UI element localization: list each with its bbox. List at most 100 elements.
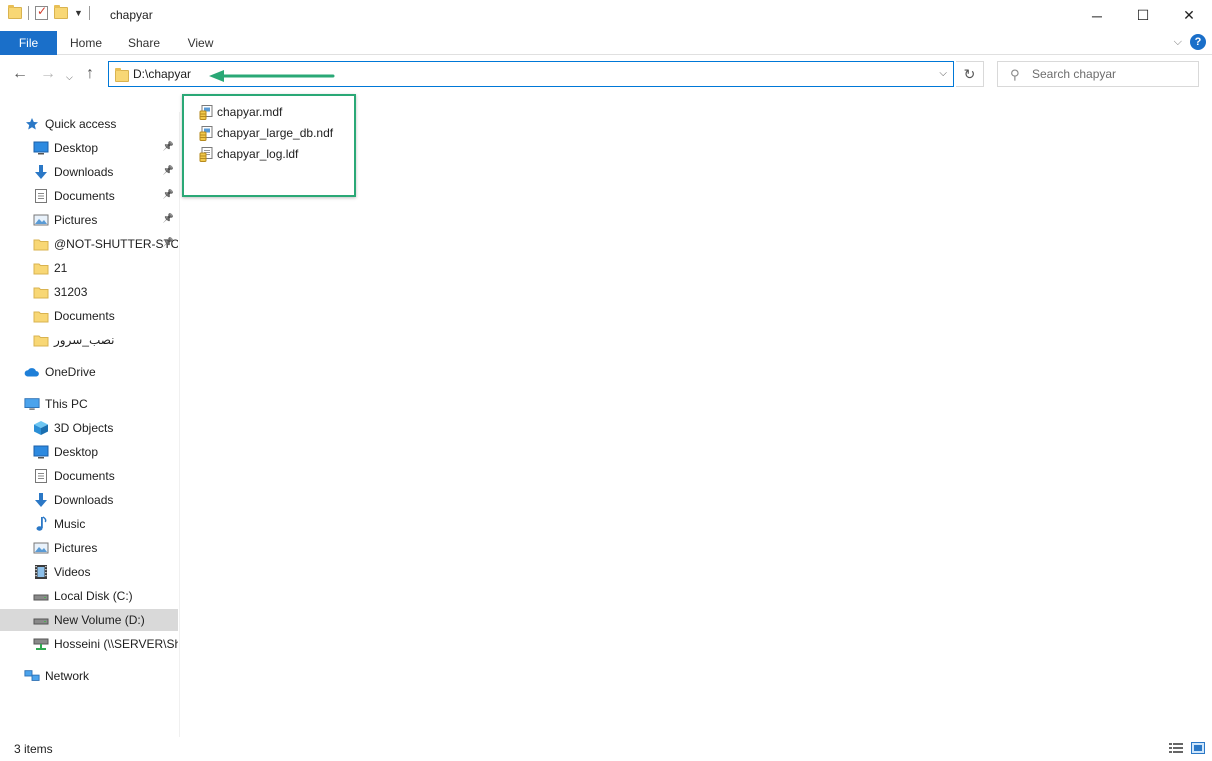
address-path[interactable]: D:\chapyar xyxy=(133,67,191,81)
sidebar-item[interactable]: Pictures xyxy=(0,537,178,559)
documents-icon xyxy=(33,468,49,484)
drive-icon xyxy=(33,612,49,628)
pin-icon[interactable]: 📌 xyxy=(163,213,174,224)
file-name: chapyar_log.ldf xyxy=(217,147,299,161)
sidebar-item-label: 3D Objects xyxy=(54,421,114,435)
cube-icon xyxy=(33,420,49,436)
up-arrow-icon[interactable]: ↑ xyxy=(86,65,94,83)
drive-icon xyxy=(33,588,49,604)
download-icon xyxy=(33,492,49,508)
video-icon xyxy=(33,564,49,580)
sidebar-item[interactable]: Documents xyxy=(0,305,178,327)
download-icon xyxy=(33,164,49,180)
file-item[interactable]: chapyar.mdf xyxy=(199,102,282,122)
folder-icon xyxy=(115,68,129,82)
file-item[interactable]: chapyar_log.ldf xyxy=(199,144,298,164)
sidebar-item-label: Quick access xyxy=(45,117,117,131)
desktop-icon xyxy=(33,140,49,156)
sidebar-item-label: 31203 xyxy=(54,285,88,299)
sidebar-item[interactable]: Documents xyxy=(0,465,178,487)
folder-icon xyxy=(33,332,49,348)
back-arrow-icon[interactable]: ← xyxy=(12,65,28,83)
sidebar-item[interactable]: Downloads 📌 xyxy=(0,161,178,183)
expand-ribbon-chevron-icon[interactable]: ⌵ xyxy=(1174,36,1182,49)
status-bar: 3 items xyxy=(0,738,1212,761)
database-file-icon xyxy=(199,125,213,141)
sidebar-item-label: Downloads xyxy=(54,493,114,507)
sidebar-item[interactable]: 31203 xyxy=(0,281,178,303)
sidebar-item[interactable]: Downloads xyxy=(0,489,178,511)
ribbon-tabs: File Home Share View ⌵ ? xyxy=(0,31,1212,55)
sidebar-item[interactable]: نصب_سرور xyxy=(0,329,178,351)
pin-icon[interactable]: 📌 xyxy=(163,141,174,152)
sidebar-item[interactable]: New Volume (D:) xyxy=(0,609,178,631)
tab-home[interactable]: Home xyxy=(57,31,115,55)
computer-icon xyxy=(24,396,40,412)
sidebar-item[interactable]: Hosseini (\\SERVER\Sha xyxy=(0,633,178,655)
sidebar-item[interactable]: Network xyxy=(0,665,178,687)
documents-icon xyxy=(33,188,49,204)
pin-icon[interactable]: 📌 xyxy=(163,189,174,200)
sidebar-item-label: Videos xyxy=(54,565,91,579)
sidebar-item[interactable]: @NOT-SHUTTER-STO 📌 xyxy=(0,233,178,255)
sidebar-item-label: @NOT-SHUTTER-STO xyxy=(54,237,178,251)
music-icon xyxy=(33,516,49,532)
sidebar-item-label: Documents xyxy=(54,309,115,323)
sidebar-item[interactable]: 21 xyxy=(0,257,178,279)
sidebar-item-label: Pictures xyxy=(54,541,98,555)
minimize-button[interactable]: ─ xyxy=(1074,0,1120,31)
sidebar-item[interactable]: This PC xyxy=(0,393,178,415)
cloud-icon xyxy=(24,364,40,380)
network-drive-icon xyxy=(33,636,49,652)
sidebar-item[interactable]: Desktop 📌 xyxy=(0,137,178,159)
sidebar-item[interactable]: 3D Objects xyxy=(0,417,178,439)
search-input[interactable] xyxy=(1032,66,1192,82)
sidebar-item-label: New Volume (D:) xyxy=(54,613,145,627)
new-folder-icon[interactable] xyxy=(54,5,68,19)
details-view-icon[interactable] xyxy=(1168,741,1184,755)
forward-arrow-icon[interactable]: → xyxy=(40,65,56,83)
sidebar-item[interactable]: Pictures 📌 xyxy=(0,209,178,231)
sidebar-item[interactable]: Local Disk (C:) xyxy=(0,585,178,607)
close-button[interactable]: ✕ xyxy=(1166,0,1212,31)
quick-access-toolbar: ▼ xyxy=(8,4,90,20)
toolbar-separator xyxy=(28,6,29,20)
file-item[interactable]: chapyar_large_db.ndf xyxy=(199,123,333,143)
large-icons-view-icon[interactable] xyxy=(1190,741,1206,755)
sidebar-item-label: Documents xyxy=(54,469,115,483)
file-name: chapyar_large_db.ndf xyxy=(217,126,334,140)
sidebar-item-label: Downloads xyxy=(54,165,114,179)
network-icon xyxy=(24,668,40,684)
pictures-icon xyxy=(33,212,49,228)
sidebar-item[interactable]: Quick access xyxy=(0,113,178,135)
sidebar-item-label: This PC xyxy=(45,397,88,411)
pin-icon[interactable]: 📌 xyxy=(163,237,174,248)
search-box[interactable]: ⚲ xyxy=(997,61,1199,87)
recent-locations-chevron-icon[interactable]: ⌵ xyxy=(66,68,73,86)
folder-icon xyxy=(33,260,49,276)
customize-dropdown-icon[interactable]: ▼ xyxy=(74,8,83,18)
file-name: chapyar.mdf xyxy=(217,105,283,119)
sidebar-item[interactable]: Videos xyxy=(0,561,178,583)
maximize-button[interactable]: ☐ xyxy=(1120,0,1166,31)
sidebar-item[interactable]: Documents 📌 xyxy=(0,185,178,207)
folder-icon[interactable] xyxy=(8,5,22,19)
tab-file[interactable]: File xyxy=(0,31,57,55)
sidebar-item-label: Hosseini (\\SERVER\Sha xyxy=(54,637,178,651)
address-history-chevron-icon[interactable]: ⌵ xyxy=(939,68,947,79)
refresh-button[interactable]: ↻ xyxy=(956,61,984,87)
sidebar-item-label: Music xyxy=(54,517,86,531)
sidebar-item[interactable]: Desktop xyxy=(0,441,178,463)
tab-view[interactable]: View xyxy=(173,31,228,55)
window-title: chapyar xyxy=(110,8,153,22)
navigation-pane: Quick access Desktop 📌 Downloads 📌 Documents 📌… xyxy=(0,112,180,737)
title-bar: ▼ chapyar ─ ☐ ✕ xyxy=(0,0,1212,31)
tab-share[interactable]: Share xyxy=(115,31,173,55)
toolbar-separator xyxy=(88,6,90,20)
properties-icon[interactable] xyxy=(35,4,48,20)
sidebar-item[interactable]: OneDrive xyxy=(0,361,178,383)
sidebar-item[interactable]: Music xyxy=(0,513,178,535)
pin-icon[interactable]: 📌 xyxy=(163,165,174,176)
folder-icon xyxy=(33,308,49,324)
help-icon[interactable]: ? xyxy=(1190,34,1206,50)
